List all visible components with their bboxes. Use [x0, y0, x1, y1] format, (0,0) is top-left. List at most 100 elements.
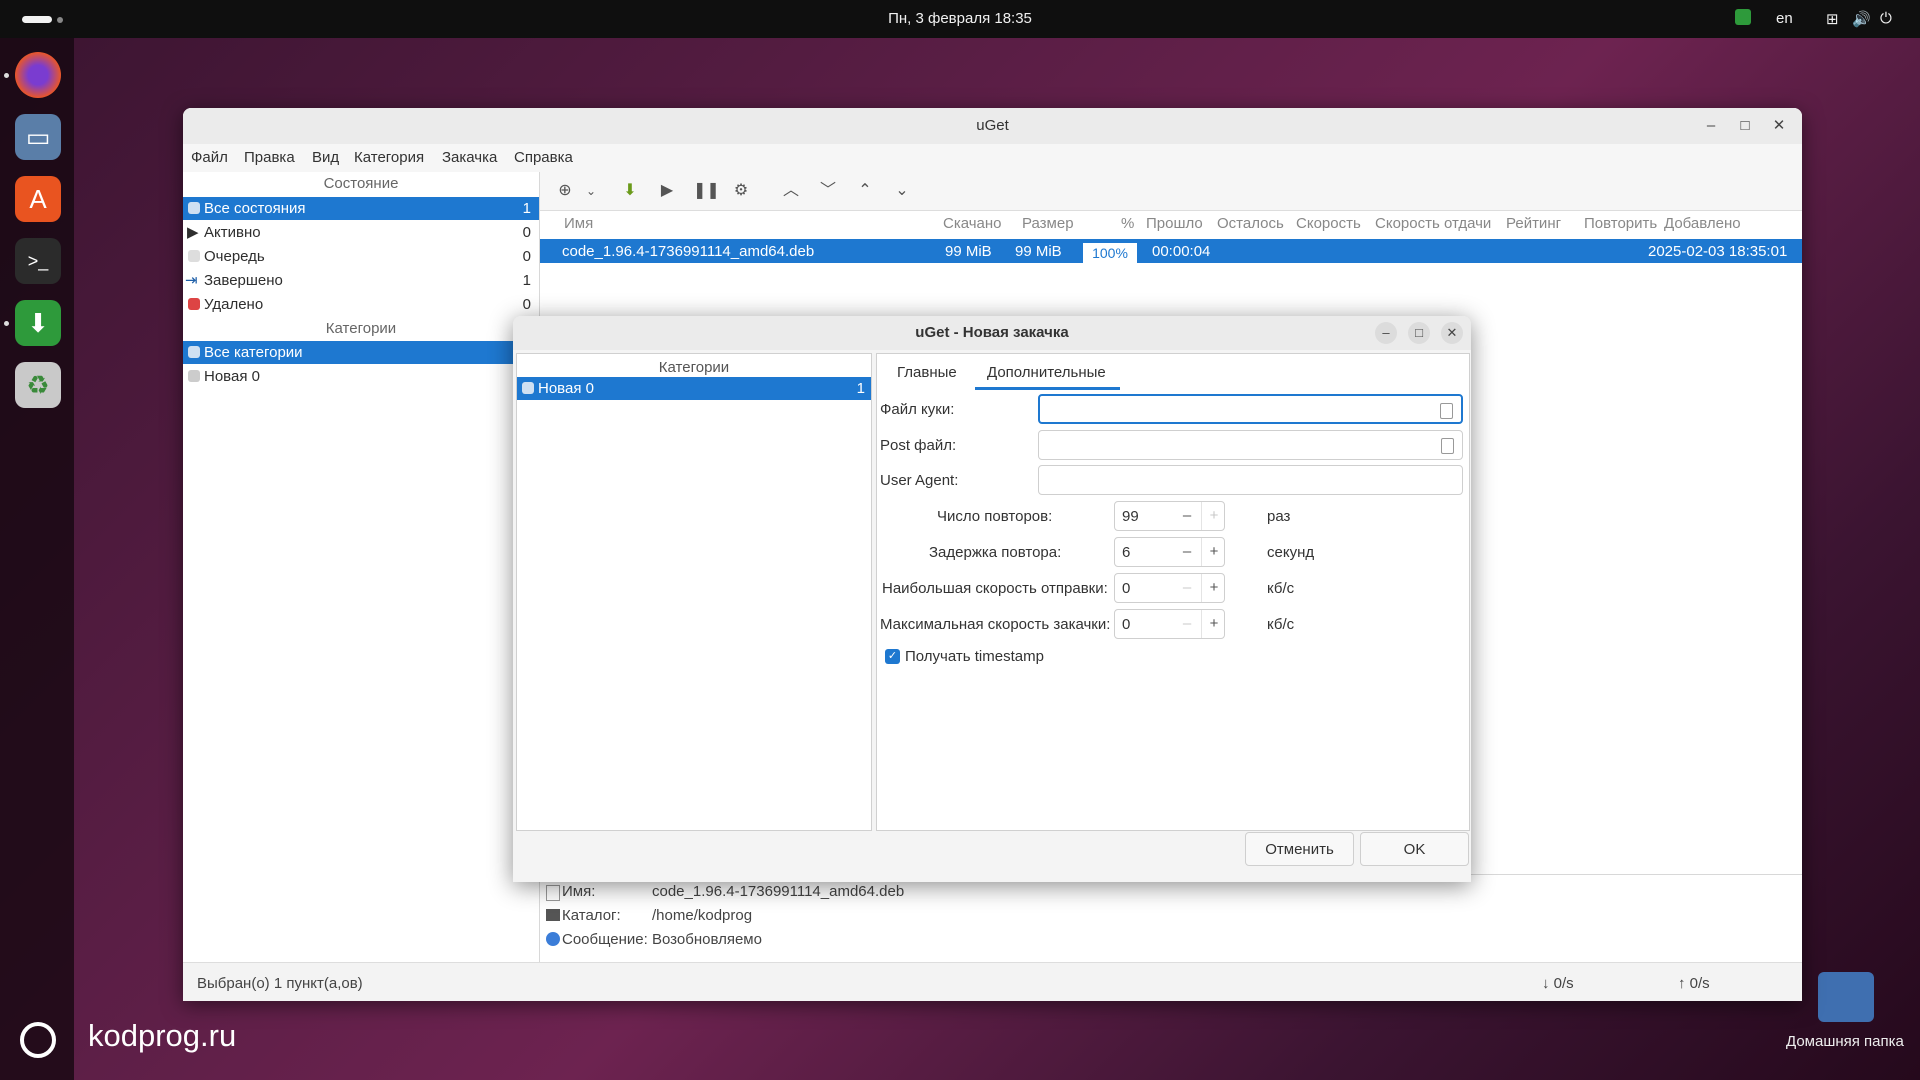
home-folder-icon[interactable]	[1818, 972, 1874, 1022]
column-left[interactable]: Осталось	[1217, 215, 1284, 232]
dialog-category-list: Категории Новая 0 1	[516, 353, 872, 831]
category-icon	[188, 370, 200, 382]
power-icon[interactable]: ⏻	[1880, 10, 1892, 27]
file-picker-icon[interactable]	[1441, 438, 1454, 454]
menu-edit[interactable]: Правка	[244, 149, 295, 166]
retry-delay-stepper[interactable]: 6 – +	[1114, 537, 1225, 567]
dialog-maximize-icon[interactable]: □	[1408, 322, 1430, 344]
menu-file[interactable]: Файл	[191, 149, 228, 166]
toolbar: ⊕ ⌄ ⬇ ▶ ❚❚ ⚙ ︿ ﹀ ⌃ ⌄	[540, 172, 1802, 211]
trash-icon[interactable]: ♻	[15, 362, 61, 408]
column-upload-speed[interactable]: Скорость отдачи	[1375, 215, 1491, 232]
dialog-minimize-icon[interactable]: –	[1375, 322, 1397, 344]
menu-help[interactable]: Справка	[514, 149, 573, 166]
increment-button[interactable]: +	[1201, 610, 1226, 638]
move-bottom-icon[interactable]: ⌄	[891, 180, 913, 202]
network-icon[interactable]: ⊞	[1826, 10, 1839, 28]
torrent-icon[interactable]: ⬇	[619, 180, 641, 202]
start-icon[interactable]: ▶	[656, 180, 678, 202]
volume-icon[interactable]: 🔊	[1852, 10, 1871, 28]
timestamp-label[interactable]: Получать timestamp	[905, 648, 1044, 665]
decrement-button[interactable]: –	[1175, 502, 1199, 530]
ok-button[interactable]: OK	[1360, 832, 1469, 866]
running-indicator	[4, 321, 9, 326]
decrement-button[interactable]: –	[1175, 610, 1199, 638]
sidebar-item-count: 0	[522, 248, 531, 265]
column-retry[interactable]: Повторить	[1584, 215, 1657, 232]
detail-msg-label: Сообщение:	[562, 931, 648, 948]
file-picker-icon[interactable]	[1440, 403, 1453, 419]
sidebar-item-all-categories[interactable]: Все категории	[183, 341, 539, 364]
column-name[interactable]: Имя	[564, 215, 593, 232]
increment-button[interactable]: +	[1201, 538, 1226, 566]
tab-general[interactable]: Главные	[897, 364, 957, 381]
retries-stepper[interactable]: 99 – +	[1114, 501, 1225, 531]
max-download-label: Максимальная скорость закачки:	[880, 616, 1111, 633]
user-agent-label: User Agent:	[880, 472, 959, 489]
timestamp-checkbox[interactable]: ✓	[885, 649, 900, 664]
minimize-icon[interactable]: –	[1696, 108, 1726, 144]
retry-delay-label: Задержка повтора:	[929, 544, 1062, 561]
post-file-input[interactable]	[1038, 430, 1463, 460]
retries-value[interactable]: 99	[1122, 508, 1139, 525]
column-downloaded[interactable]: Скачано	[943, 215, 1002, 232]
sidebar-item-all-states[interactable]: Все состояния 1	[183, 197, 539, 220]
detail-dir-label: Каталог:	[562, 907, 621, 924]
sidebar-item-queue[interactable]: Очередь 0	[183, 245, 539, 268]
menu-category[interactable]: Категория	[354, 149, 424, 166]
column-ratio[interactable]: Рейтинг	[1506, 215, 1561, 232]
tab-advanced[interactable]: Дополнительные	[987, 364, 1106, 381]
window-titlebar[interactable]: uGet – □ ✕	[183, 108, 1802, 144]
max-download-value[interactable]: 0	[1122, 616, 1130, 633]
column-speed[interactable]: Скорость	[1296, 215, 1361, 232]
home-folder-label[interactable]: Домашняя папка	[1786, 1033, 1904, 1050]
dock: ▭ A >_ ⬇ ♻	[0, 38, 74, 1080]
column-elapsed[interactable]: Прошло	[1146, 215, 1203, 232]
column-percent[interactable]: %	[1121, 215, 1134, 232]
cancel-button[interactable]: Отменить	[1245, 832, 1354, 866]
menu-download[interactable]: Закачка	[442, 149, 497, 166]
menu-view[interactable]: Вид	[312, 149, 339, 166]
top-bar: Пн, 3 февраля 18:35 en ⊞ 🔊 ⏻	[0, 0, 1920, 38]
table-row[interactable]: code_1.96.4-1736991114_amd64.deb 99 MiB …	[540, 239, 1802, 263]
sidebar-item-active[interactable]: ▶ Активно 0	[183, 221, 539, 244]
maximize-icon[interactable]: □	[1730, 108, 1760, 144]
clock[interactable]: Пн, 3 февраля 18:35	[0, 10, 1920, 27]
decrement-button[interactable]: –	[1175, 574, 1199, 602]
move-down-icon[interactable]: ﹀	[817, 180, 839, 202]
ubuntu-logo-icon[interactable]	[20, 1022, 56, 1058]
max-download-stepper[interactable]: 0 – +	[1114, 609, 1225, 639]
move-top-icon[interactable]: ⌃	[854, 180, 876, 202]
uget-tray-icon[interactable]	[1735, 9, 1751, 25]
firefox-icon[interactable]	[15, 52, 61, 98]
files-icon[interactable]: ▭	[15, 114, 61, 160]
move-up-icon[interactable]: ︿	[780, 180, 802, 202]
uget-icon[interactable]: ⬇	[15, 300, 61, 346]
language-indicator[interactable]: en	[1776, 10, 1793, 27]
chevron-down-icon[interactable]: ⌄	[580, 180, 602, 202]
dialog-titlebar[interactable]: uGet - Новая закачка	[513, 316, 1471, 350]
new-download-icon[interactable]: ⊕	[554, 180, 576, 202]
cookie-file-input[interactable]	[1038, 394, 1463, 424]
close-icon[interactable]: ✕	[1764, 108, 1794, 144]
column-size[interactable]: Размер	[1022, 215, 1074, 232]
row-percent: 100%	[1083, 243, 1137, 263]
user-agent-input[interactable]	[1038, 465, 1463, 495]
app-center-icon[interactable]: A	[15, 176, 61, 222]
increment-button[interactable]: +	[1201, 502, 1226, 530]
terminal-icon[interactable]: >_	[15, 238, 61, 284]
max-upload-value[interactable]: 0	[1122, 580, 1130, 597]
sidebar-item-new-0[interactable]: Новая 0	[183, 365, 539, 388]
retry-delay-value[interactable]: 6	[1122, 544, 1130, 561]
column-added[interactable]: Добавлено	[1664, 215, 1741, 232]
decrement-button[interactable]: –	[1175, 538, 1199, 566]
increment-button[interactable]: +	[1201, 574, 1226, 602]
dialog-close-icon[interactable]: ✕	[1441, 322, 1463, 344]
max-upload-stepper[interactable]: 0 – +	[1114, 573, 1225, 603]
sidebar-item-deleted[interactable]: Удалено 0	[183, 293, 539, 316]
pause-icon[interactable]: ❚❚	[693, 180, 720, 202]
sidebar-item-finished[interactable]: ⇥ Завершено 1	[183, 269, 539, 292]
dialog-category-item[interactable]: Новая 0 1	[517, 377, 871, 400]
new-download-dialog: uGet - Новая закачка – □ ✕ Категории Нов…	[513, 316, 1471, 882]
settings-icon[interactable]: ⚙	[730, 180, 752, 202]
